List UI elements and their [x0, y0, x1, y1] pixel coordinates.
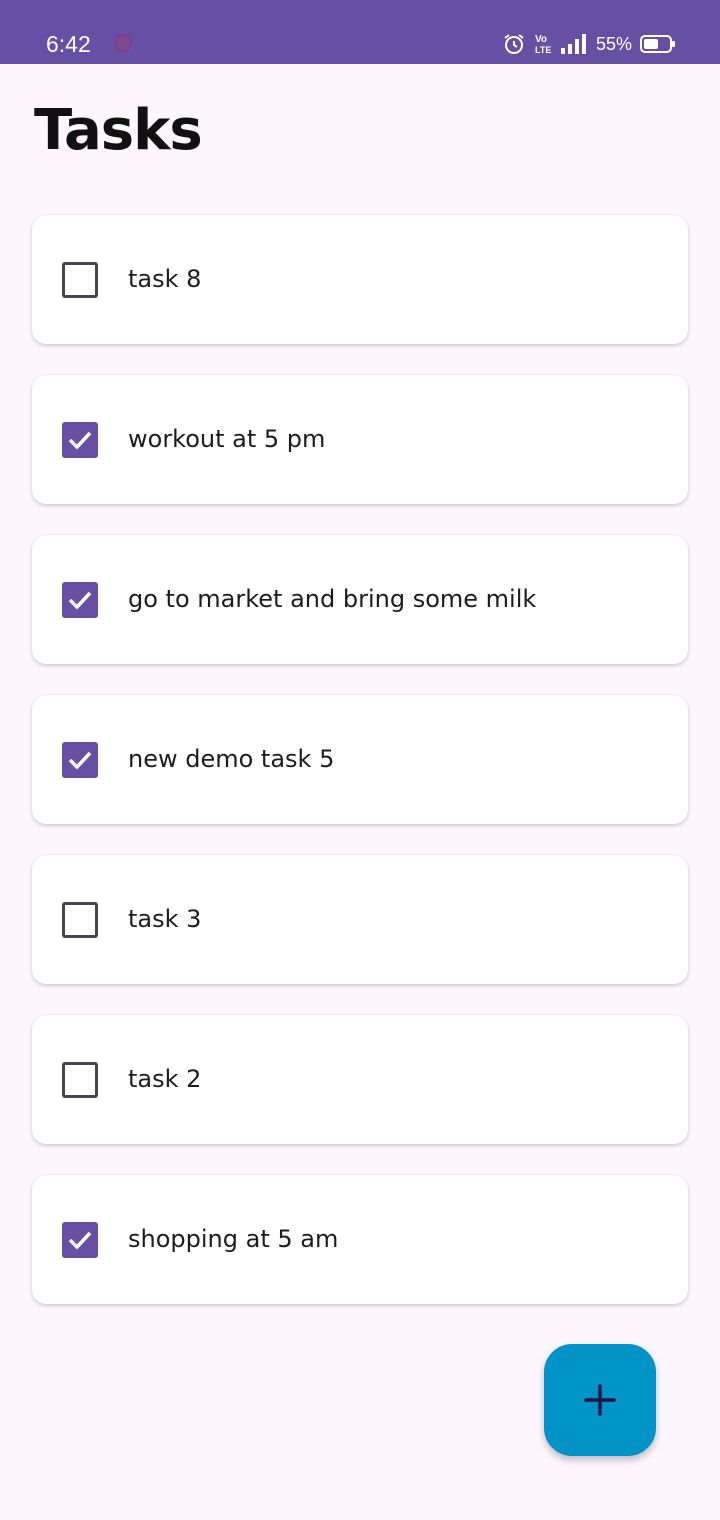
task-checkbox[interactable] [62, 582, 98, 618]
battery-percent: 55% [595, 34, 632, 54]
add-task-button[interactable] [544, 1344, 656, 1456]
task-item[interactable]: go to market and bring some milk [32, 535, 688, 664]
notification-icon [112, 32, 134, 54]
svg-text:Vo: Vo [535, 34, 547, 45]
task-checkbox[interactable] [62, 902, 98, 938]
signal-icon [560, 33, 588, 55]
status-bar: 6:42 Vo LTE 55% [0, 0, 720, 64]
volte-icon: Vo LTE [534, 32, 552, 56]
task-label: shopping at 5 am [128, 1225, 339, 1253]
svg-text:LTE: LTE [535, 45, 551, 55]
status-time: 6:42 [46, 31, 91, 57]
task-item[interactable]: task 3 [32, 855, 688, 984]
check-icon [68, 431, 92, 450]
check-icon [68, 1231, 92, 1250]
check-icon [68, 751, 92, 770]
task-item[interactable]: task 2 [32, 1015, 688, 1144]
check-icon [68, 591, 92, 610]
plus-icon [584, 1384, 616, 1416]
task-item[interactable]: workout at 5 pm [32, 375, 688, 504]
task-label: task 3 [128, 905, 202, 933]
task-label: go to market and bring some milk [128, 585, 537, 613]
task-label: workout at 5 pm [128, 425, 326, 453]
task-item[interactable]: task 8 [32, 215, 688, 344]
task-checkbox[interactable] [62, 1222, 98, 1258]
task-label: task 8 [128, 265, 202, 293]
task-label: task 2 [128, 1065, 202, 1093]
task-label: new demo task 5 [128, 745, 335, 773]
task-checkbox[interactable] [62, 262, 98, 298]
page-title: Tasks [34, 98, 203, 163]
task-item[interactable]: shopping at 5 am [32, 1175, 688, 1304]
task-checkbox[interactable] [62, 422, 98, 458]
task-checkbox[interactable] [62, 742, 98, 778]
status-icons: Vo LTE 55% [502, 30, 676, 58]
task-item[interactable]: new demo task 5 [32, 695, 688, 824]
alarm-icon [502, 32, 526, 56]
battery-icon [640, 34, 676, 54]
task-list: task 8 workout at 5 pm go to market and … [32, 215, 688, 1335]
task-checkbox[interactable] [62, 1062, 98, 1098]
